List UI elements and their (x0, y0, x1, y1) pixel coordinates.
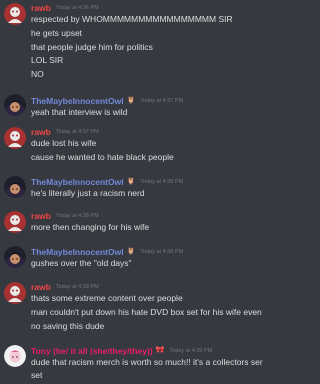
timestamp: Today at 4:36 PM (55, 5, 99, 11)
bow-badge-icon: 🎀 (155, 347, 165, 354)
message-text: LOL SIR (31, 55, 64, 65)
rawb-avatar[interactable] (4, 211, 26, 233)
message-header: Tony (he/ it all (she/they/they)) 🎀 Toda… (31, 345, 212, 357)
owl-badge-icon: 🦉 (126, 97, 136, 104)
timestamp: Today at 4:38 PM (55, 213, 99, 219)
message-text: gushes over the "old days" (31, 258, 132, 268)
tony-avatar[interactable] (4, 345, 26, 367)
timestamp: Today at 4:38 PM (140, 249, 184, 255)
timestamp: Today at 4:37 PM (55, 129, 99, 135)
timestamp: Today at 4:39 PM (169, 348, 213, 354)
owl-badge-icon: 🦉 (126, 178, 136, 185)
rawb-avatar[interactable] (4, 282, 26, 304)
message-header: rawb Today at 4:37 PM (31, 126, 99, 138)
message-header: TheMaybeInnocentOwl 🦉 Today at 4:38 PM (31, 246, 183, 258)
message-text: he gets upset (31, 28, 83, 38)
message-text: dude that racism merch is worth so much!… (31, 357, 263, 367)
message-header: rawb Today at 4:38 PM (31, 281, 99, 293)
message-text: yeah that interview is wild (31, 107, 128, 117)
username[interactable]: Tony (he/ it all (she/they/they)) (31, 345, 153, 357)
username[interactable]: rawb (31, 281, 51, 293)
timestamp: Today at 4:38 PM (140, 179, 184, 185)
message-text: more then changing for his wife (31, 222, 150, 232)
message-header: rawb Today at 4:36 PM (31, 2, 99, 14)
message-text: cause he wanted to hate black people (31, 152, 174, 162)
rawb-avatar[interactable] (4, 3, 26, 25)
owl-avatar[interactable] (4, 246, 26, 268)
owl-avatar[interactable] (4, 176, 26, 198)
message-text: NO (31, 69, 44, 79)
timestamp: Today at 4:38 PM (55, 284, 99, 290)
message-text: set (31, 370, 43, 380)
message-text: respected by WHOMMMMMMMMMMMMMMMM SIR (31, 14, 233, 24)
message-header: TheMaybeInnocentOwl 🦉 Today at 4:38 PM (31, 176, 183, 188)
timestamp: Today at 4:37 PM (140, 98, 184, 104)
chat-message-list: rawb Today at 4:36 PM respected by WHOMM… (0, 0, 315, 384)
username[interactable]: rawb (31, 126, 51, 138)
owl-badge-icon: 🦉 (126, 248, 136, 255)
username[interactable]: rawb (31, 210, 51, 222)
username[interactable]: TheMaybeInnocentOwl (31, 95, 124, 107)
rawb-avatar[interactable] (4, 127, 26, 149)
username[interactable]: rawb (31, 2, 51, 14)
message-header: TheMaybeInnocentOwl 🦉 Today at 4:37 PM (31, 95, 183, 107)
message-text: that people judge him for politics (31, 42, 153, 52)
message-text: thats some extreme content over people (31, 293, 183, 303)
message-text: man couldn't put down his hate DVD box s… (31, 307, 262, 317)
message-text: he's literally just a racism nerd (31, 188, 145, 198)
username[interactable]: TheMaybeInnocentOwl (31, 246, 124, 258)
message-header: rawb Today at 4:38 PM (31, 210, 99, 222)
owl-avatar[interactable] (4, 94, 26, 116)
message-text: no saving this dude (31, 321, 105, 331)
username[interactable]: TheMaybeInnocentOwl (31, 176, 124, 188)
message-text: dude lost his wife (31, 138, 97, 148)
